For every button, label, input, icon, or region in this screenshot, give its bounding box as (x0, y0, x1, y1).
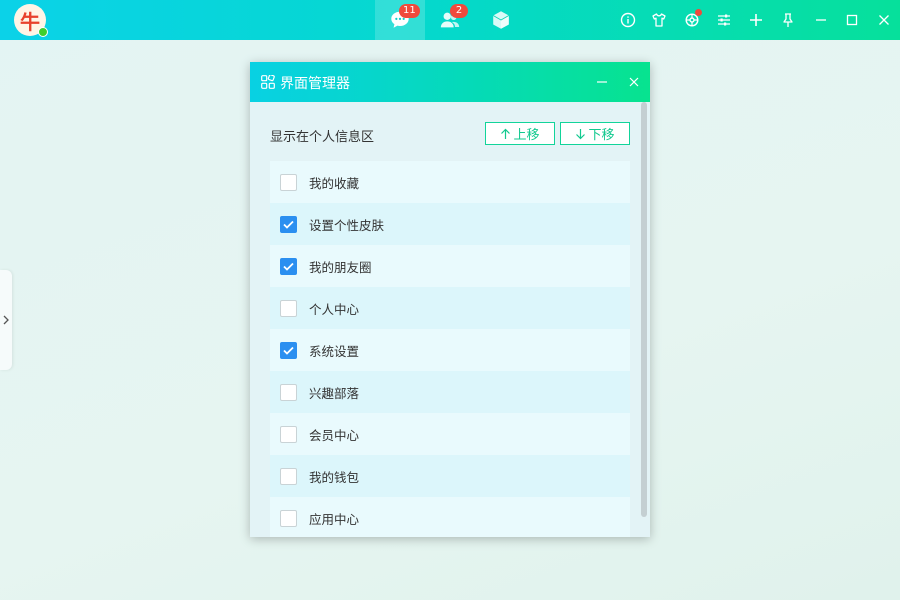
tab-messages[interactable]: 11 (375, 0, 425, 40)
dialog-header: 界面管理器 (250, 62, 650, 102)
sidebar-expand-handle[interactable] (0, 270, 12, 370)
checkbox[interactable] (280, 341, 297, 359)
checkbox[interactable] (280, 383, 297, 401)
grid-apps-icon (261, 75, 275, 89)
list-item-label: 系统设置 (309, 343, 360, 359)
add-button[interactable] (743, 7, 769, 33)
contacts-badge: 2 (450, 4, 468, 18)
move-down-label: 下移 (588, 128, 615, 143)
avatar[interactable]: 牛 (14, 4, 48, 37)
preferences-button[interactable] (711, 7, 737, 33)
settings-button[interactable] (679, 7, 705, 33)
minimize-icon (597, 81, 607, 83)
interface-manager-dialog: 界面管理器 显示在个人信息区 上移 下移 我的收藏 设置个性皮肤 我的朋友圈 个… (250, 62, 650, 537)
checkbox[interactable] (280, 257, 297, 275)
list-item-label: 设置个性皮肤 (309, 217, 385, 233)
checkbox[interactable] (280, 509, 297, 527)
maximize-icon (846, 14, 858, 26)
move-up-button[interactable]: 上移 (485, 122, 555, 145)
list-item[interactable]: 我的朋友圈 (270, 245, 630, 287)
list-item-label: 应用中心 (309, 511, 360, 527)
checkbox[interactable] (280, 173, 297, 191)
list-item[interactable]: 兴趣部落 (270, 371, 630, 413)
dialog-title: 界面管理器 (280, 76, 350, 92)
minimize-button[interactable] (808, 7, 834, 33)
checkbox[interactable] (280, 299, 297, 317)
pin-button[interactable] (775, 7, 801, 33)
list-item[interactable]: 设置个性皮肤 (270, 203, 630, 245)
title-bar: 牛 11 2 (0, 0, 900, 40)
list-item-label: 我的收藏 (309, 175, 360, 191)
list-item[interactable]: 个人中心 (270, 287, 630, 329)
section-label: 显示在个人信息区 (270, 130, 375, 145)
unread-badge: 11 (399, 4, 420, 18)
pin-icon (783, 13, 793, 27)
list-item-label: 我的钱包 (309, 469, 360, 485)
dialog-minimize-button[interactable] (590, 70, 614, 94)
chevron-right-icon (3, 315, 9, 325)
online-status-dot (38, 27, 48, 37)
display-items-list: 我的收藏 设置个性皮肤 我的朋友圈 个人中心 系统设置 兴趣部落 会员中心 我的… (270, 161, 630, 537)
notification-dot (695, 9, 702, 16)
list-item-label: 兴趣部落 (309, 385, 360, 401)
close-icon (879, 15, 889, 25)
dialog-close-button[interactable] (622, 70, 646, 94)
tab-apps[interactable] (476, 0, 526, 40)
plus-icon (750, 14, 762, 26)
list-item-label: 我的朋友圈 (309, 259, 372, 275)
checkmark-icon (283, 262, 294, 271)
sliders-icon (718, 14, 730, 26)
list-item-label: 会员中心 (309, 427, 360, 443)
list-item[interactable]: 系统设置 (270, 329, 630, 371)
minimize-icon (816, 19, 826, 21)
arrow-down-icon (576, 128, 586, 139)
skin-shirt-icon (652, 13, 666, 27)
info-icon (620, 12, 636, 28)
move-up-label: 上移 (513, 128, 540, 143)
scrollbar-thumb[interactable] (641, 102, 647, 517)
checkbox[interactable] (280, 467, 297, 485)
checkbox[interactable] (280, 425, 297, 443)
list-item[interactable]: 我的钱包 (270, 455, 630, 497)
dialog-scrollbar[interactable] (641, 102, 647, 537)
close-icon (629, 77, 639, 87)
list-item[interactable]: 应用中心 (270, 497, 630, 537)
logo-glyph: 牛 (20, 9, 40, 34)
arrow-up-icon (501, 128, 511, 139)
checkbox[interactable] (280, 215, 297, 233)
info-button[interactable] (615, 7, 641, 33)
list-item[interactable]: 我的收藏 (270, 161, 630, 203)
list-item-label: 个人中心 (309, 301, 360, 317)
cube-icon (492, 11, 510, 29)
list-item[interactable]: 会员中心 (270, 413, 630, 455)
tab-contacts[interactable]: 2 (425, 0, 475, 40)
skin-button[interactable] (646, 7, 672, 33)
close-button[interactable] (871, 7, 897, 33)
checkmark-icon (283, 220, 294, 229)
move-down-button[interactable]: 下移 (560, 122, 630, 145)
checkmark-icon (283, 346, 294, 355)
maximize-button[interactable] (839, 7, 865, 33)
